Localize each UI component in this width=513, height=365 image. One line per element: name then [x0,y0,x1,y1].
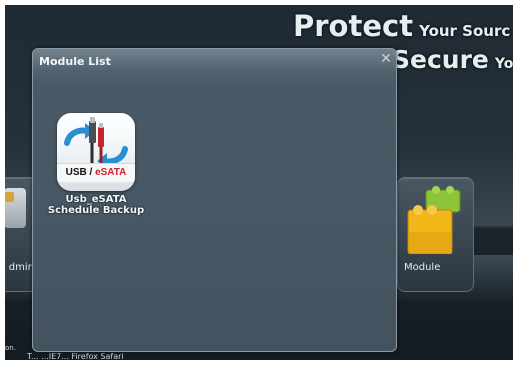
module-name: Usb_eSATA Schedule Backup [43,194,149,216]
footer-text: T... ...IE7... Firefox Safari [27,352,124,360]
tagline-line-1: Protect Your Sourc [293,9,510,43]
esata-text: eSATA [95,167,127,178]
dialog-header[interactable]: Module List ✕ [33,49,396,71]
admin-icon-accent [5,192,14,202]
usb-esata-icon-label: USB / eSATA [57,163,135,182]
tagline-line-2: Secure Yo [392,45,513,74]
puzzle-blocks-icon [407,186,461,254]
module-name-line-2: Schedule Backup [47,205,145,216]
close-icon[interactable]: ✕ [379,52,393,66]
module-item-usb-esata[interactable]: USB / eSATA Usb_eSATA Schedule Backup [43,113,149,216]
usb-esata-backup-icon[interactable]: USB / eSATA [57,113,135,191]
module-tile[interactable]: Module [397,177,474,292]
usb-text: USB / [65,167,96,178]
module-name-line-1: Usb_eSATA [65,194,127,205]
bottom-left-text: on. [5,344,16,352]
admin-tile-label: dmin [8,262,34,273]
tagline-secure: Secure [392,45,489,74]
dialog-title: Module List [39,55,111,68]
tagline-protect: Protect [293,9,414,43]
module-list-dialog: Module List ✕ USB / eSATA Usb_eSATA Sche… [32,48,397,352]
module-tile-label: Module [404,262,441,273]
tagline-your: Yo [494,56,513,72]
tagline-your-source: Your Sourc [419,22,511,40]
